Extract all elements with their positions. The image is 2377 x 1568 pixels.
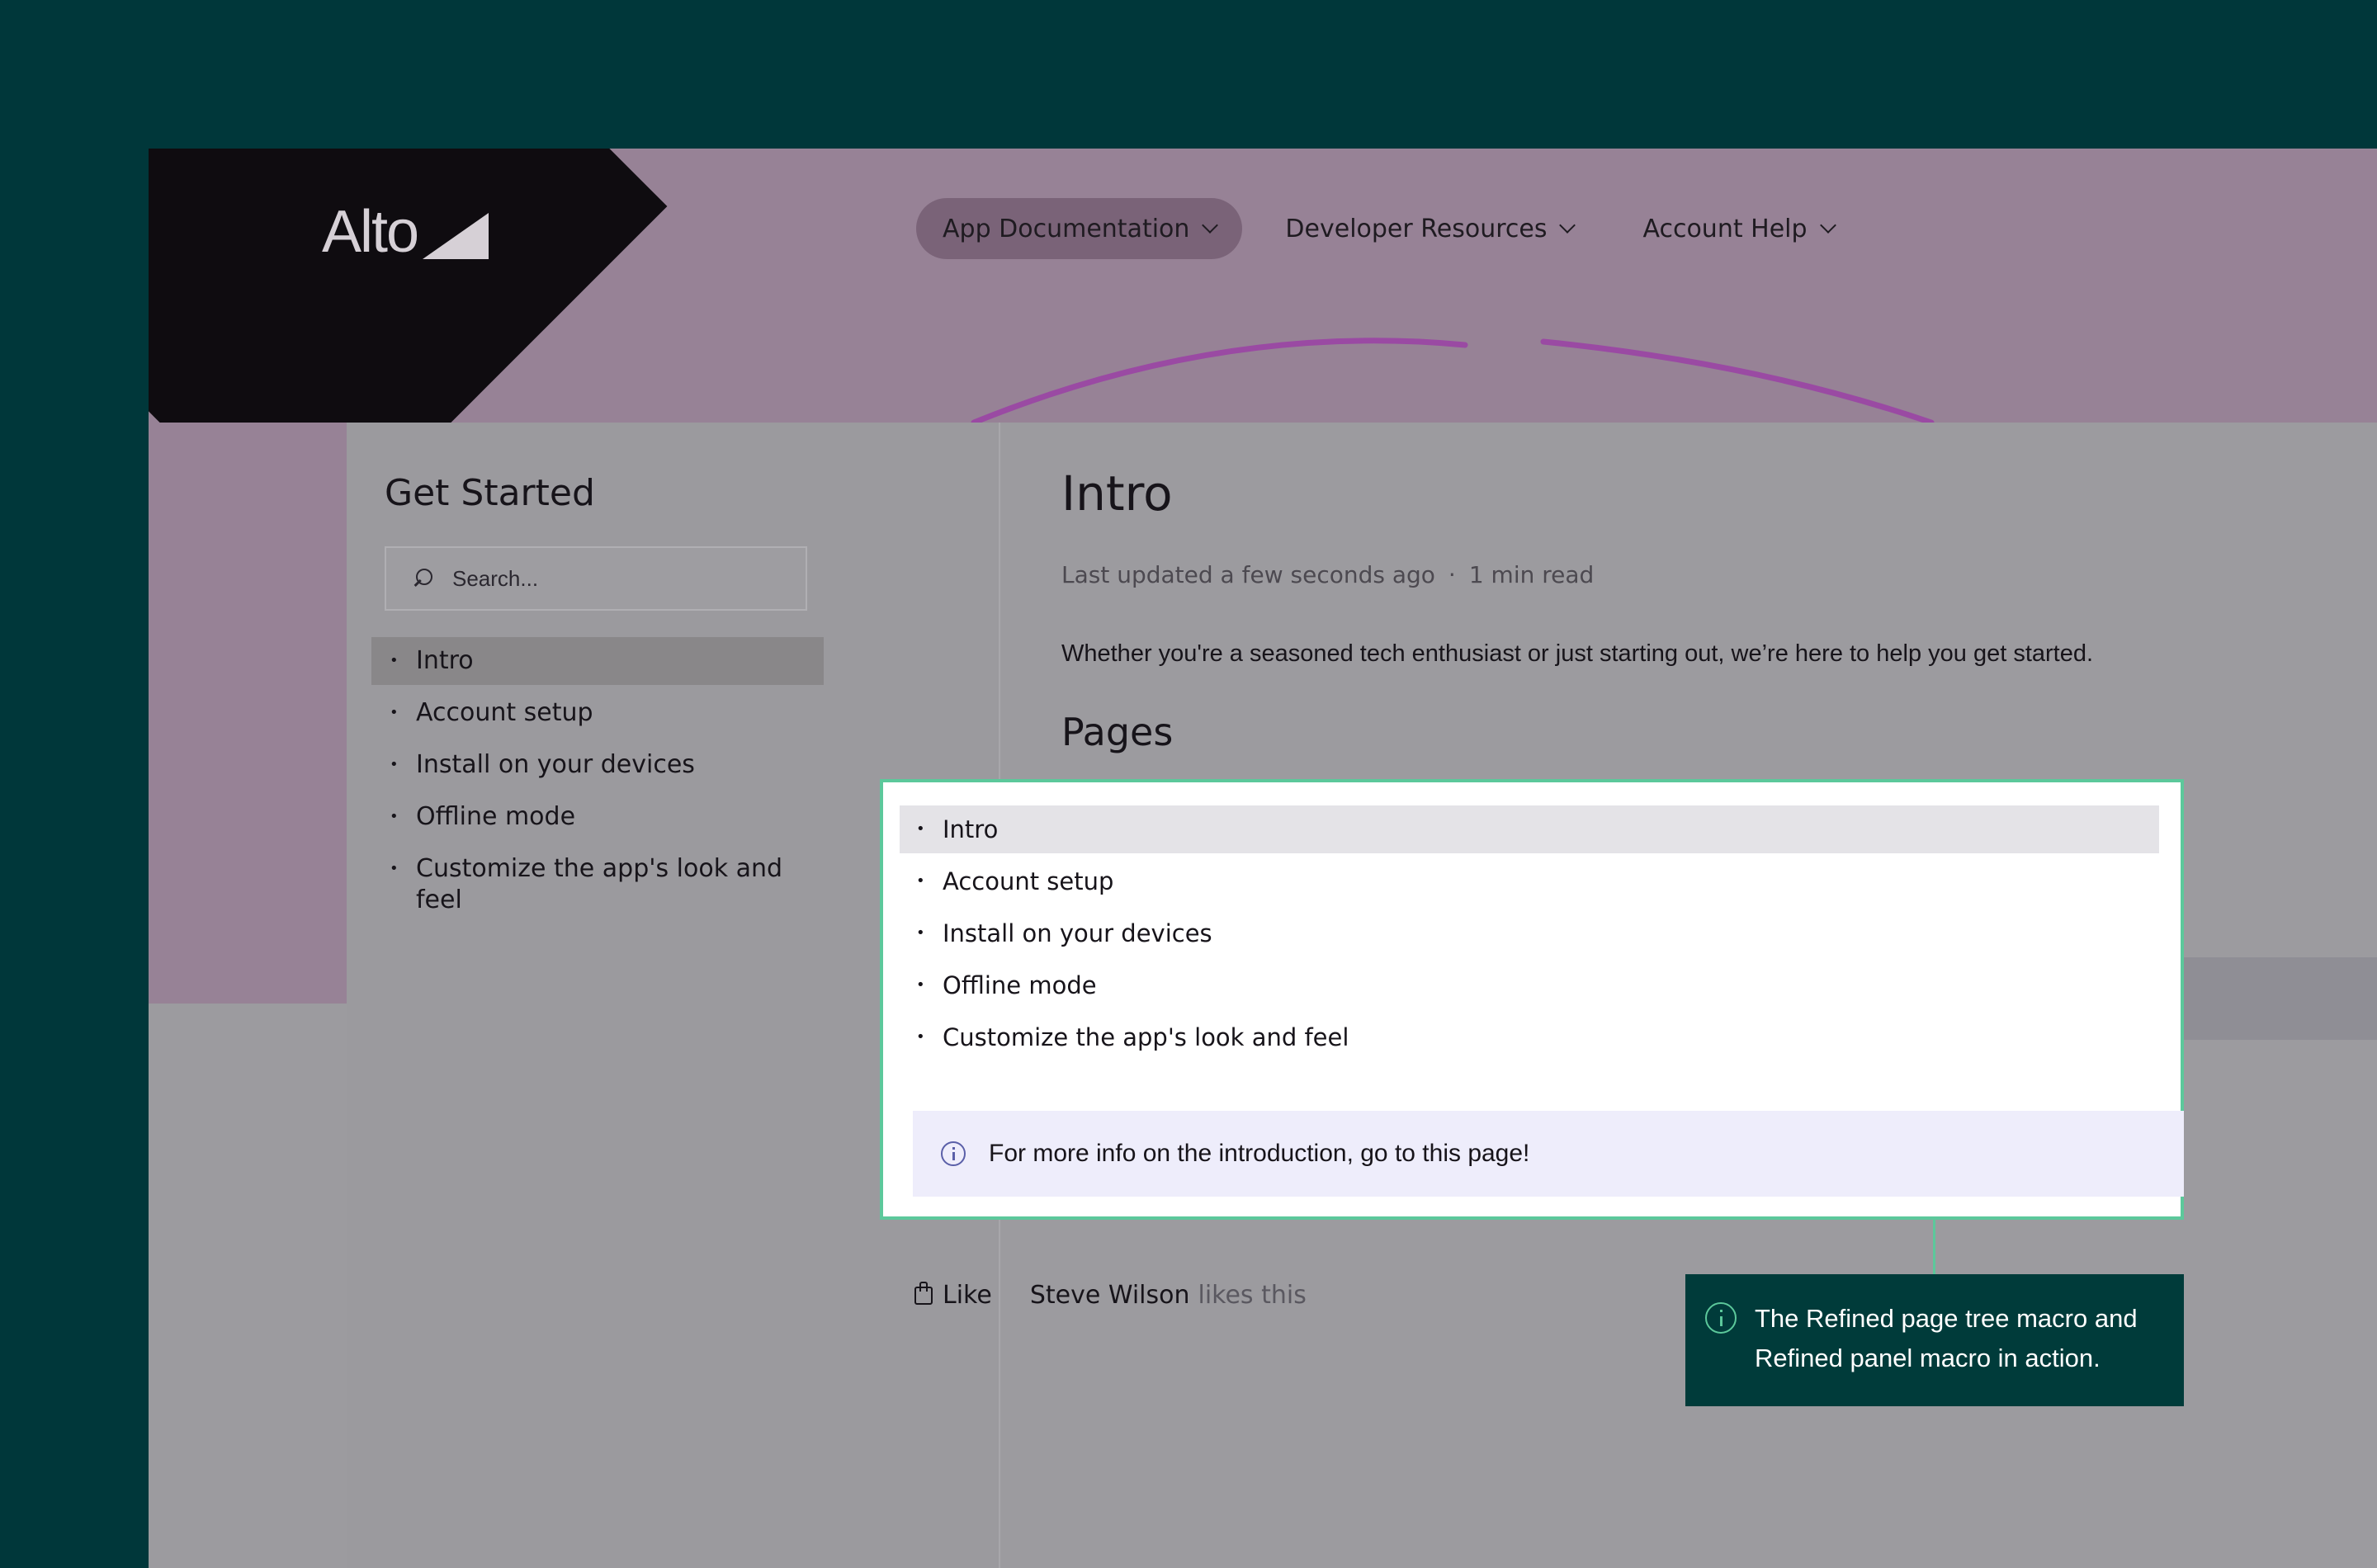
- nav-developer-resources[interactable]: Developer Resources: [1259, 198, 1600, 259]
- nav-label: Developer Resources: [1285, 214, 1548, 243]
- sidebar-item-account-setup[interactable]: Account setup: [371, 689, 824, 737]
- meta-separator: ·: [1448, 561, 1456, 588]
- nav-app-documentation[interactable]: App Documentation: [916, 198, 1243, 259]
- pages-heading: Pages: [1061, 710, 1174, 754]
- logo-text: Alto: [322, 199, 419, 265]
- search-box[interactable]: [385, 546, 807, 611]
- callout-text: The Refined page tree macro and Refined …: [1755, 1304, 2138, 1372]
- likes-row: Like Steve Wilson likes this: [914, 1281, 1307, 1310]
- tree-item-offline-mode[interactable]: Offline mode: [900, 961, 2159, 1009]
- top-nav: App Documentation Developer Resources Ac…: [916, 198, 1860, 259]
- search-input[interactable]: [451, 564, 801, 593]
- sidebar-title: Get Started: [385, 472, 595, 514]
- tree-item-install[interactable]: Install on your devices: [900, 909, 2159, 957]
- chevron-down-icon: [1559, 217, 1576, 234]
- logo-triangle-icon: [423, 213, 489, 259]
- likes-suffix: likes this: [1198, 1281, 1307, 1310]
- nav-account-help[interactable]: Account Help: [1616, 198, 1860, 259]
- sidebar-item-intro[interactable]: Intro: [371, 637, 824, 685]
- header-band: [149, 423, 347, 1004]
- info-panel-text[interactable]: For more info on the introduction, go to…: [989, 1140, 1529, 1168]
- page-title: Intro: [1061, 465, 1173, 522]
- intro-paragraph: Whether you're a seasoned tech enthusias…: [1061, 640, 2094, 667]
- callout-box: The Refined page tree macro and Refined …: [1685, 1274, 2184, 1406]
- search-icon: [411, 567, 434, 590]
- liker-name[interactable]: Steve Wilson: [1030, 1281, 1190, 1310]
- tree-item-customize[interactable]: Customize the app's look and feel: [900, 1013, 2159, 1061]
- info-icon: [941, 1141, 966, 1166]
- info-panel-macro: For more info on the introduction, go to…: [913, 1111, 2184, 1197]
- tree-item-intro[interactable]: Intro: [900, 805, 2159, 853]
- chevron-down-icon: [1202, 217, 1219, 234]
- thumbs-up-icon[interactable]: [914, 1281, 933, 1305]
- nav-label: App Documentation: [943, 214, 1190, 243]
- site-header: Alto App Documentation Developer Resourc…: [149, 149, 2377, 569]
- info-icon: [1705, 1302, 1737, 1334]
- sidebar-item-customize[interactable]: Customize the app's look and feel: [371, 845, 824, 924]
- alto-logo[interactable]: Alto: [322, 198, 489, 266]
- last-updated: Last updated a few seconds ago: [1061, 561, 1435, 588]
- callout-connector: [1933, 1220, 1935, 1274]
- sidebar-page-tree: Intro Account setup Install on your devi…: [371, 637, 824, 928]
- like-button[interactable]: Like: [943, 1281, 992, 1310]
- highlighted-macro-panel: Intro Account setup Install on your devi…: [880, 779, 2184, 1220]
- chevron-down-icon: [1819, 217, 1836, 234]
- nav-label: Account Help: [1642, 214, 1808, 243]
- sidebar-item-install[interactable]: Install on your devices: [371, 741, 824, 789]
- page-tree-macro: Intro Account setup Install on your devi…: [900, 805, 2159, 1065]
- page-meta: Last updated a few seconds ago · 1 min r…: [1061, 561, 1594, 588]
- read-time: 1 min read: [1468, 561, 1595, 588]
- sidebar-item-offline-mode[interactable]: Offline mode: [371, 793, 824, 841]
- tree-item-account-setup[interactable]: Account setup: [900, 857, 2159, 905]
